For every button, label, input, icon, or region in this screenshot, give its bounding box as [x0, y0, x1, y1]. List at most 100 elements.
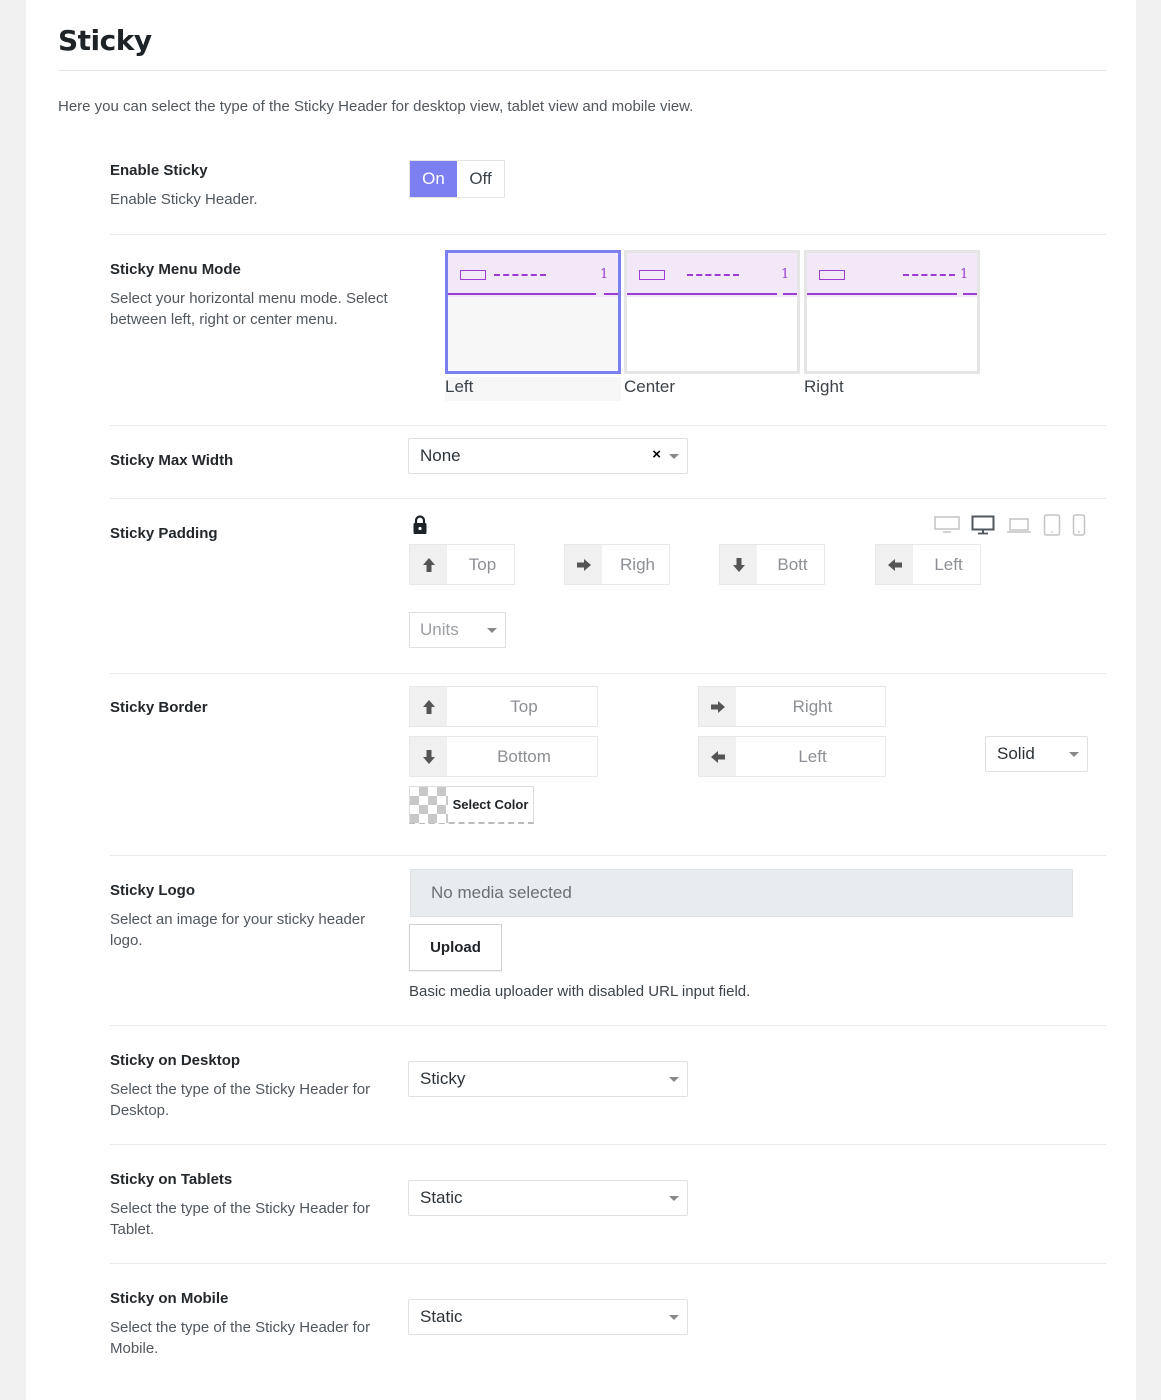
padding-top-input[interactable]: Top: [409, 544, 515, 585]
switch-on-button[interactable]: On: [410, 161, 457, 197]
enable-sticky-desc: Enable Sticky Header.: [110, 191, 258, 208]
menu-mode-right-preview: 1: [804, 250, 980, 374]
padding-right-field[interactable]: Righ: [602, 545, 669, 584]
padding-left-field[interactable]: Left: [913, 545, 980, 584]
border-left-input[interactable]: Left: [698, 736, 886, 777]
menu-mode-right-option[interactable]: 1 Right: [804, 250, 980, 401]
switch-off-button[interactable]: Off: [457, 161, 504, 197]
preview-menu-icon: [903, 274, 955, 276]
preview-underline: [963, 293, 977, 295]
enable-sticky-label: Enable Sticky: [110, 162, 208, 179]
max-width-value: None: [420, 446, 461, 465]
preview-header-bar: 1: [627, 253, 797, 297]
sticky-desktop-value: Sticky: [420, 1069, 466, 1088]
max-width-label: Sticky Max Width: [110, 452, 234, 469]
lock-icon[interactable]: [412, 515, 428, 535]
settings-panel: Sticky Here you can select the type of t…: [26, 0, 1136, 1400]
border-style-value: Solid: [997, 744, 1035, 763]
preview-header-bar: 1: [807, 253, 977, 297]
clear-icon[interactable]: ×: [652, 446, 661, 463]
chevron-down-icon: [487, 628, 497, 633]
preview-header-bar: 1: [448, 253, 618, 297]
border-right-input[interactable]: Right: [698, 686, 886, 727]
menu-mode-left-preview: 1: [445, 250, 621, 374]
border-label: Sticky Border: [110, 699, 208, 716]
row-divider: [110, 425, 1106, 426]
menu-mode-right-label: Right: [804, 377, 844, 396]
border-left-field[interactable]: Left: [736, 737, 885, 776]
border-bottom-input[interactable]: Bottom: [409, 736, 598, 777]
section-description: Here you can select the type of the Stic…: [58, 98, 694, 115]
units-placeholder: Units: [420, 620, 459, 639]
desktop-label: Sticky on Desktop: [110, 1052, 241, 1069]
chevron-down-icon: [669, 454, 679, 459]
padding-left-input[interactable]: Left: [875, 544, 981, 585]
border-bottom-field[interactable]: Bottom: [447, 737, 597, 776]
border-right-field[interactable]: Right: [736, 687, 885, 726]
desktop-icon[interactable]: [971, 514, 995, 536]
sticky-tablets-value: Static: [420, 1188, 463, 1207]
sticky-mobile-value: Static: [420, 1307, 463, 1326]
preview-underline: [627, 293, 777, 295]
arrow-down-icon: [720, 545, 757, 584]
chevron-down-icon: [669, 1315, 679, 1320]
media-help-text: Basic media uploader with disabled URL i…: [409, 983, 751, 1000]
logo-label: Sticky Logo: [110, 882, 196, 899]
mobile-desc: Select the type of the Sticky Header for…: [110, 1319, 371, 1357]
padding-top-field[interactable]: Top: [447, 545, 514, 584]
mobile-label: Sticky on Mobile: [110, 1290, 229, 1307]
border-top-field[interactable]: Top: [447, 687, 597, 726]
border-color-picker[interactable]: Select Color: [409, 786, 534, 824]
preview-underline: [807, 293, 957, 295]
tablet-icon[interactable]: [1043, 514, 1061, 536]
preview-menu-icon: [687, 274, 739, 276]
select-color-button[interactable]: Select Color: [448, 797, 533, 812]
arrow-right-icon: [565, 545, 602, 584]
preview-logo-icon: [819, 270, 845, 280]
row-divider: [110, 498, 1106, 499]
row-divider: [110, 855, 1106, 856]
chevron-down-icon: [669, 1077, 679, 1082]
padding-right-input[interactable]: Righ: [564, 544, 670, 585]
upload-button[interactable]: Upload: [409, 924, 502, 971]
desktop-desc: Select the type of the Sticky Header for…: [110, 1081, 371, 1119]
menu-mode-label: Sticky Menu Mode: [110, 261, 241, 278]
row-divider: [110, 1025, 1106, 1026]
preview-underline: [783, 293, 797, 295]
laptop-icon[interactable]: [1006, 514, 1032, 536]
desktop-wide-icon[interactable]: [934, 514, 960, 536]
device-switcher: [934, 514, 1086, 536]
mobile-icon[interactable]: [1072, 514, 1086, 536]
menu-mode-left-label: Left: [445, 377, 621, 401]
media-url-field: No media selected: [410, 869, 1073, 917]
preview-menu-icon: [494, 274, 546, 276]
enable-sticky-switch[interactable]: On Off: [409, 160, 505, 198]
padding-bottom-field[interactable]: Bott: [757, 545, 824, 584]
row-divider: [110, 1263, 1106, 1264]
color-swatch[interactable]: [410, 786, 448, 823]
arrow-right-icon: [699, 687, 736, 726]
padding-bottom-input[interactable]: Bott: [719, 544, 825, 585]
arrow-down-icon: [410, 737, 447, 776]
max-width-select[interactable]: None ×: [408, 438, 688, 474]
menu-mode-center-preview: 1: [624, 250, 800, 374]
border-style-select[interactable]: Solid: [985, 736, 1088, 772]
page-title: Sticky: [58, 24, 152, 57]
border-top-input[interactable]: Top: [409, 686, 598, 727]
preview-number: 1: [960, 267, 969, 282]
padding-label: Sticky Padding: [110, 525, 218, 542]
sticky-desktop-select[interactable]: Sticky: [408, 1061, 688, 1097]
chevron-down-icon: [1069, 752, 1079, 757]
sticky-tablets-select[interactable]: Static: [408, 1180, 688, 1216]
menu-mode-desc: Select your horizontal menu mode. Select…: [110, 290, 388, 328]
menu-mode-center-option[interactable]: 1 Center: [624, 250, 800, 401]
preview-number: 1: [781, 267, 790, 282]
padding-units-select[interactable]: Units: [409, 612, 506, 648]
arrow-left-icon: [876, 545, 913, 584]
menu-mode-left-option[interactable]: 1 Left: [445, 250, 621, 401]
arrow-up-icon: [410, 687, 447, 726]
menu-mode-center-label: Center: [624, 377, 676, 396]
row-divider: [110, 673, 1106, 674]
sticky-mobile-select[interactable]: Static: [408, 1299, 688, 1335]
tablets-label: Sticky on Tablets: [110, 1171, 233, 1188]
